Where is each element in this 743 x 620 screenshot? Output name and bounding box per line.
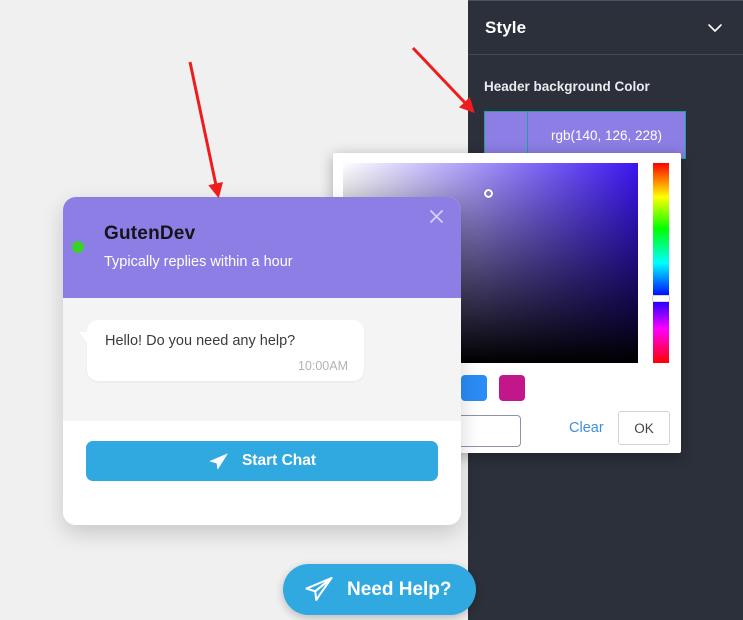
chat-agent-name: GutenDev xyxy=(104,223,196,244)
chat-widget-header: GutenDev Typically replies within a hour xyxy=(63,197,461,298)
clear-button[interactable]: Clear xyxy=(569,420,604,436)
saturation-cursor[interactable] xyxy=(484,189,493,198)
header-background-color-label: Header background Color xyxy=(484,79,650,94)
online-status-dot xyxy=(72,241,84,253)
chat-reply-time: Typically replies within a hour xyxy=(104,254,293,270)
chat-message-list: Hello! Do you need any help? 10:00AM xyxy=(63,298,461,421)
hue-slider[interactable] xyxy=(653,163,669,363)
preset-swatch-blue[interactable] xyxy=(461,375,487,401)
preset-swatch-magenta[interactable] xyxy=(499,375,525,401)
need-help-label: Need Help? xyxy=(347,578,452,600)
chat-message-bubble: Hello! Do you need any help? 10:00AM xyxy=(79,320,364,381)
close-icon[interactable] xyxy=(423,203,449,229)
annotation-arrow-1 xyxy=(188,61,223,199)
chat-message-text: Hello! Do you need any help? xyxy=(105,333,296,349)
paper-plane-outline-icon xyxy=(304,576,334,603)
ok-button[interactable]: OK xyxy=(618,411,670,445)
color-swatch-preview xyxy=(485,112,528,158)
hue-slider-handle[interactable] xyxy=(652,295,670,302)
need-help-launcher-button[interactable]: Need Help? xyxy=(283,564,476,615)
chevron-down-icon[interactable] xyxy=(705,18,725,38)
paper-plane-icon xyxy=(208,452,229,471)
start-chat-button[interactable]: Start Chat xyxy=(86,441,438,481)
color-value-text: rgb(140, 126, 228) xyxy=(550,127,663,143)
header-background-color-button[interactable]: rgb(140, 126, 228) xyxy=(484,111,686,159)
chat-widget: GutenDev Typically replies within a hour… xyxy=(63,197,461,525)
chat-message-timestamp: 10:00AM xyxy=(297,359,348,373)
style-panel-header[interactable]: Style xyxy=(468,1,743,55)
screenshot-root: Style Header background Color rgb(140, 1… xyxy=(0,0,743,620)
chat-widget-footer: Start Chat xyxy=(63,421,461,525)
annotation-arrow-2 xyxy=(411,46,475,114)
page-title: Style xyxy=(485,17,527,37)
start-chat-label: Start Chat xyxy=(241,452,317,469)
